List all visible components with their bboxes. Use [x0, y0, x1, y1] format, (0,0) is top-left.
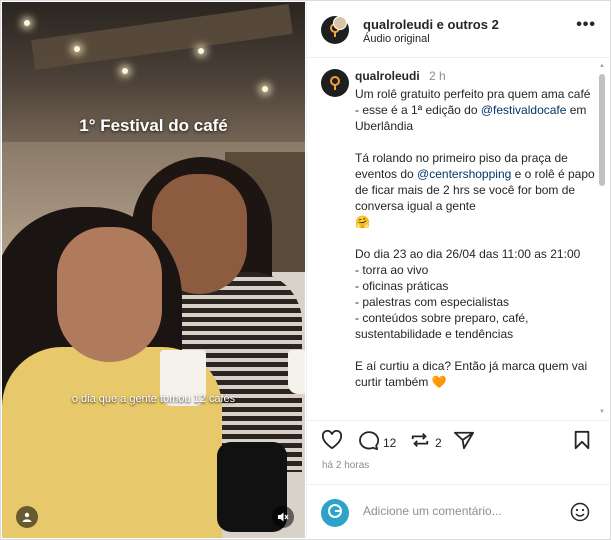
light: [74, 46, 80, 52]
emoji-button[interactable]: [570, 502, 590, 527]
bookmark-icon: [573, 430, 591, 455]
post-header: qualroleudi e outros 2 Áudio original ••…: [307, 2, 610, 58]
light: [24, 20, 30, 26]
caption-author[interactable]: qualroleudi: [355, 69, 420, 83]
heart-emoji: 🧡: [431, 375, 447, 389]
avatar[interactable]: [321, 69, 349, 97]
caption-text-part: E aí curtiu a dica? Então já marca quem …: [355, 359, 591, 389]
repost-icon: [409, 430, 431, 455]
caption-text: Um rolê gratuito perfeito pra quem ama c…: [355, 86, 595, 390]
hugging-emoji: 🤗: [355, 215, 370, 229]
video-frame: [2, 2, 305, 538]
save-button[interactable]: [573, 430, 591, 455]
caption-area: qualroleudi 2 h Um rolê gratuito perfeit…: [307, 59, 610, 421]
audio-label[interactable]: Áudio original: [363, 33, 430, 45]
more-options-button[interactable]: •••: [576, 16, 596, 34]
add-comment-bar: Adicione um comentário...: [307, 484, 610, 538]
heart-icon: [321, 429, 343, 455]
send-icon: [453, 430, 475, 455]
repost-count: 2: [435, 435, 442, 450]
reel-video[interactable]: 1° Festival do café o dia que a gente to…: [2, 2, 305, 538]
comment-input[interactable]: Adicione um comentário...: [363, 504, 502, 518]
scroll-down-arrow-icon[interactable]: ▼: [598, 408, 606, 416]
map-pin-icon: [321, 69, 349, 97]
video-overlay-title: 1° Festival do café: [79, 116, 228, 135]
action-bar: 12 2: [307, 429, 610, 458]
light: [122, 68, 128, 74]
user-tag-icon[interactable]: [16, 506, 38, 528]
collaborator-avatar[interactable]: [333, 16, 347, 30]
like-button[interactable]: [321, 429, 343, 455]
coffee-cup: [288, 350, 305, 394]
caption-text-part: Do dia 23 ao dia 26/04 das 11:00 as 21:0…: [355, 247, 581, 341]
repost-button[interactable]: 2: [409, 430, 442, 455]
comment-button[interactable]: 12: [357, 430, 396, 455]
video-caption: o dia que a gente tomou 12 cafés: [71, 393, 236, 405]
scrollbar[interactable]: ▲ ▼: [598, 62, 606, 416]
caption-time: 2 h: [429, 69, 446, 83]
light: [262, 86, 268, 92]
smiley-icon: [570, 502, 590, 526]
post-date[interactable]: há 2 horas: [322, 460, 369, 471]
avatar: [321, 499, 349, 527]
scroll-up-arrow-icon[interactable]: ▲: [598, 62, 606, 70]
mention-link[interactable]: @centershopping: [417, 167, 511, 181]
share-button[interactable]: [453, 430, 475, 455]
post-owner-name[interactable]: qualroleudi e outros 2: [363, 17, 499, 32]
speaker-muted-icon[interactable]: [272, 506, 294, 528]
scrollbar-thumb[interactable]: [599, 74, 605, 186]
person-left-face: [57, 227, 162, 362]
post-details: qualroleudi e outros 2 Áudio original ••…: [306, 2, 610, 538]
mention-link[interactable]: @festivaldocafe: [481, 103, 567, 117]
comment-icon: [357, 430, 380, 455]
comment-count: 12: [383, 435, 397, 450]
light: [198, 48, 204, 54]
user-logo-icon: [327, 503, 343, 524]
